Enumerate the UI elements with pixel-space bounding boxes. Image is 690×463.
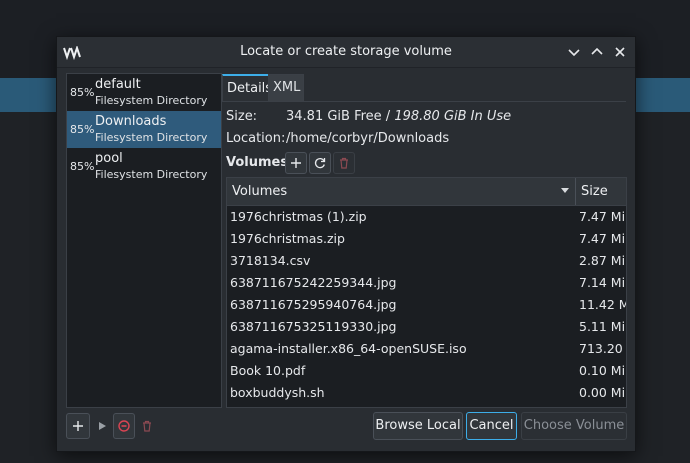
maximize-icon[interactable] bbox=[588, 43, 606, 61]
titlebar[interactable]: Locate or create storage volume bbox=[57, 37, 635, 68]
minimize-icon[interactable] bbox=[565, 43, 583, 61]
table-row[interactable]: 638711675325119330.jpg 5.11 MiB bbox=[227, 316, 626, 338]
volume-name: agama-installer.x86_64-openSUSE.iso bbox=[230, 341, 467, 356]
choose-volume-button[interactable]: Choose Volume bbox=[521, 412, 627, 440]
start-pool-button[interactable] bbox=[91, 413, 113, 439]
trash-icon bbox=[143, 420, 151, 432]
volume-name: Book 10.pdf bbox=[230, 363, 306, 378]
stop-icon bbox=[118, 420, 130, 432]
delete-pool-button[interactable] bbox=[136, 413, 158, 439]
table-row[interactable]: boxbuddysh.sh 0.00 MiB bbox=[227, 382, 626, 404]
pool-name: default bbox=[95, 77, 141, 92]
table-header: Volumes Size bbox=[227, 178, 626, 206]
pool-item-default[interactable]: 85% default Filesystem Directory bbox=[67, 74, 221, 111]
delete-volume-button[interactable] bbox=[333, 152, 355, 174]
plus-icon bbox=[291, 158, 301, 168]
pool-list: 85% default Filesystem Directory 85% Dow… bbox=[66, 73, 222, 408]
volume-size: 5.11 MiB bbox=[579, 319, 626, 334]
column-header-size[interactable]: Size bbox=[581, 184, 608, 199]
refresh-volumes-button[interactable] bbox=[309, 152, 331, 174]
play-icon bbox=[99, 422, 106, 430]
table-row[interactable]: 1976christmas.zip 7.47 MiB bbox=[227, 228, 626, 250]
pool-name: Downloads bbox=[95, 114, 167, 129]
plus-icon bbox=[73, 421, 83, 431]
add-pool-button[interactable] bbox=[66, 413, 90, 439]
volume-name: 638711675242259344.jpg bbox=[230, 275, 397, 290]
volume-size: 0.00 MiB bbox=[579, 385, 626, 400]
cancel-button[interactable]: Cancel bbox=[466, 412, 517, 440]
volume-size: 7.14 MiB bbox=[579, 275, 626, 290]
table-row[interactable]: 1976christmas (1).zip 7.47 MiB bbox=[227, 206, 626, 228]
size-in-use: 198.80 GiB In Use bbox=[394, 109, 512, 124]
volume-name: 1976christmas (1).zip bbox=[230, 209, 367, 224]
size-value: 34.81 GiB Free / 198.80 GiB In Use bbox=[286, 109, 511, 124]
volume-name: 3718134.csv bbox=[230, 253, 311, 268]
tab-xml[interactable]: XML bbox=[268, 74, 304, 101]
pool-name: pool bbox=[95, 151, 123, 166]
volume-name: 638711675325119330.jpg bbox=[230, 319, 397, 334]
volume-name: 638711675295940764.jpg bbox=[230, 297, 397, 312]
volumes-table: Volumes Size 1976christmas (1).zip 7.47 M… bbox=[226, 177, 627, 408]
pool-type: Filesystem Directory bbox=[95, 168, 208, 181]
pool-usage-percent: 85% bbox=[70, 160, 95, 173]
pool-item-downloads[interactable]: 85% Downloads Filesystem Directory bbox=[67, 111, 221, 148]
add-volume-button[interactable] bbox=[285, 152, 307, 174]
column-header-volumes[interactable]: Volumes bbox=[232, 184, 287, 199]
pool-type: Filesystem Directory bbox=[95, 94, 208, 107]
pool-usage-percent: 85% bbox=[70, 123, 95, 136]
table-row[interactable]: agama-installer.x86_64-openSUSE.iso 713.2… bbox=[227, 338, 626, 360]
storage-volume-dialog: Locate or create storage volume 85% defa… bbox=[56, 36, 636, 452]
pool-usage-percent: 85% bbox=[70, 86, 95, 99]
location-label: Location: bbox=[226, 131, 286, 146]
trash-icon bbox=[340, 157, 348, 169]
pool-type: Filesystem Directory bbox=[95, 131, 208, 144]
volume-size: 11.42 MiB bbox=[579, 297, 626, 312]
size-label: Size: bbox=[226, 109, 258, 124]
refresh-icon bbox=[314, 157, 326, 169]
volume-name: boxbuddysh.sh bbox=[230, 385, 325, 400]
sort-down-icon[interactable] bbox=[561, 188, 569, 193]
volume-size: 7.47 MiB bbox=[579, 209, 626, 224]
volumes-label: Volumes bbox=[226, 155, 289, 170]
table-row[interactable]: 3718134.csv 2.87 MiB bbox=[227, 250, 626, 272]
tab-divider bbox=[222, 101, 626, 102]
volume-name: 1976christmas.zip bbox=[230, 231, 345, 246]
pool-item-pool[interactable]: 85% pool Filesystem Directory bbox=[67, 148, 221, 185]
browse-local-button[interactable]: Browse Local bbox=[373, 412, 463, 440]
column-divider[interactable] bbox=[575, 178, 576, 205]
close-icon[interactable] bbox=[611, 43, 629, 61]
dialog-title: Locate or create storage volume bbox=[240, 44, 452, 59]
volume-size: 2.87 MiB bbox=[579, 253, 626, 268]
volume-size: 713.20 MiB bbox=[579, 341, 626, 356]
volume-size: 7.47 MiB bbox=[579, 231, 626, 246]
table-row[interactable]: 638711675242259344.jpg 7.14 MiB bbox=[227, 272, 626, 294]
stop-pool-button[interactable] bbox=[113, 413, 135, 439]
size-free: 34.81 GiB Free / bbox=[286, 109, 395, 124]
volume-size: 0.10 MiB bbox=[579, 363, 626, 378]
table-row[interactable]: 638711675295940764.jpg 11.42 MiB bbox=[227, 294, 626, 316]
location-value: /home/corbyr/Downloads bbox=[286, 131, 450, 146]
tab-details[interactable]: Details bbox=[222, 74, 272, 102]
table-row[interactable]: Book 10.pdf 0.10 MiB bbox=[227, 360, 626, 382]
